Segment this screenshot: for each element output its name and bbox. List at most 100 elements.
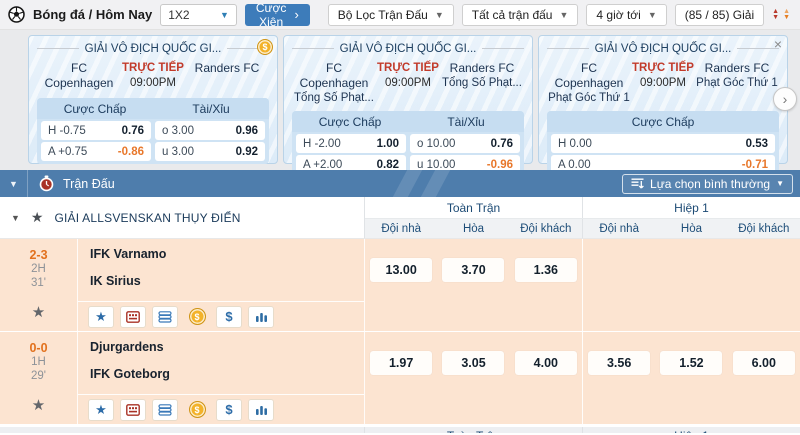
odds-value: 0.82 <box>377 159 399 171</box>
close-icon[interactable]: × <box>774 36 782 52</box>
odds-button[interactable]: H 0.00 0.53 <box>551 134 775 153</box>
away-team-name: Randers FC <box>440 61 524 76</box>
match-period: 1H <box>31 355 46 369</box>
scoreboard-button[interactable] <box>120 399 146 421</box>
away-team-sub: Phạt Góc Thứ 1 <box>695 76 779 91</box>
collapse-section-chevron[interactable]: ▼ <box>0 170 28 197</box>
away-team-name: IK Sirius <box>90 274 364 288</box>
cash-out-button[interactable]: $ <box>184 306 210 328</box>
stats-icon <box>255 404 268 416</box>
dollar-icon: $ <box>225 310 232 323</box>
column-header: Đội khách <box>728 219 800 238</box>
featured-matches-strip: GIẢI VÔ ĐỊCH QUỐC GI... $ FC Copenhagen … <box>0 30 800 170</box>
chevron-down-icon: ▼ <box>648 10 657 20</box>
odds-button-h1-draw[interactable]: 1.52 <box>660 351 722 375</box>
odds-label: o 3.00 <box>162 125 194 137</box>
cash-coin-icon: $ <box>189 401 206 418</box>
markets-button[interactable] <box>152 399 178 421</box>
stats-button[interactable] <box>248 399 274 421</box>
odds-button-away[interactable]: 4.00 <box>515 351 577 375</box>
odds-label: H -0.75 <box>48 125 86 137</box>
timer-icon <box>38 175 55 192</box>
odds-button-h1-home[interactable]: 3.56 <box>588 351 650 375</box>
match-favorite-star-icon[interactable]: ★ <box>32 396 45 414</box>
match-tools: ★ $ $ <box>78 301 364 331</box>
odds-button[interactable]: H -0.75 0.76 <box>41 121 151 140</box>
sort-control[interactable]: ▲▼ ▲▼ <box>772 9 792 21</box>
odds-button[interactable]: o 3.00 0.96 <box>155 121 265 140</box>
odds-button-draw[interactable]: 3.70 <box>442 258 504 282</box>
market-select[interactable]: 1X2 ▼ <box>160 4 237 26</box>
group-header-first-half: Hiệp 1 <box>583 197 800 218</box>
live-block: TRỰC TIẾP 09:00PM <box>376 61 440 91</box>
live-block: TRỰC TIẾP 09:00PM <box>121 61 185 91</box>
league-header-left: ▼ ★ GIẢI ALLSVENSKAN THỤY ĐIỂN <box>0 197 365 238</box>
featured-card: GIẢI VÔ ĐỊCH QUỐC GI... × FC Copenhagen … <box>538 35 788 164</box>
match-main: Djurgardens IFK Goteborg ★ $ $ <box>78 332 365 424</box>
markets-icon <box>158 311 172 323</box>
match-time-column: 2-3 2H 31' ★ <box>0 239 78 331</box>
odds-button[interactable]: o 10.00 0.76 <box>410 134 520 153</box>
odds-button[interactable]: A +0.75 -0.86 <box>41 142 151 161</box>
match-row: 0-0 1H 29' ★ Djurgardens IFK Goteborg ★ … <box>0 332 800 425</box>
odds-button-home[interactable]: 1.97 <box>370 351 432 375</box>
card-league-text: GIẢI VÔ ĐỊCH QUỐC GI... <box>340 43 477 55</box>
time-filter-dropdown[interactable]: 4 giờ tới ▼ <box>586 4 666 26</box>
decor-stripe <box>393 170 422 197</box>
match-favorite-star-icon[interactable]: ★ <box>32 303 45 321</box>
all-matches-dropdown[interactable]: Tất cả trận đấu ▼ <box>462 4 579 26</box>
odds-value: -0.96 <box>487 159 513 171</box>
dollar-button[interactable]: $ <box>216 306 242 328</box>
match-filter-dropdown[interactable]: Bộ Lọc Trận Đấu ▼ <box>328 4 454 26</box>
favorite-star-button[interactable]: ★ <box>88 306 114 328</box>
chevron-down-icon: ▼ <box>776 179 784 188</box>
odds-cell-empty <box>582 239 655 331</box>
card-league-text: GIẢI VÔ ĐỊCH QUỐC GI... <box>595 43 732 55</box>
scoreboard-button[interactable] <box>120 306 146 328</box>
odds-market-headers: Cược Chấp <box>547 111 779 132</box>
match-teams-link[interactable]: Djurgardens IFK Goteborg <box>78 332 364 394</box>
card-teams: FC Copenhagen Tổng Số Phạt... TRỰC TIẾP … <box>292 61 524 106</box>
odds-label: A +0.75 <box>48 146 87 158</box>
cash-out-button[interactable]: $ <box>184 399 210 421</box>
home-team-sub: Tổng Số Phạt... <box>292 91 376 106</box>
star-icon: ★ <box>95 403 107 416</box>
away-team: Randers FC Phạt Góc Thứ 1 <box>695 61 779 91</box>
odds-label: A +2.00 <box>303 159 342 171</box>
home-team-name: FC Copenhagen <box>547 61 631 91</box>
dollar-button[interactable]: $ <box>216 399 242 421</box>
next-arrow-button[interactable]: › <box>773 87 797 111</box>
odds-button[interactable]: u 3.00 0.92 <box>155 142 265 161</box>
chevron-down-icon: ▼ <box>559 10 568 20</box>
home-team-name: Djurgardens <box>90 340 364 354</box>
odds-value: 0.53 <box>746 138 768 150</box>
match-odds: 13.00 3.70 1.36 <box>365 239 800 331</box>
league-count-button[interactable]: (85 / 85) Giải <box>675 4 764 26</box>
odds-value: 1.00 <box>377 138 399 150</box>
odds-button-draw[interactable]: 3.05 <box>442 351 504 375</box>
match-section-bar: ▼ Trận Đấu Lựa chọn bình thường ▼ <box>0 170 800 197</box>
kickoff-time: 09:00PM <box>376 76 440 91</box>
league-favorite-star-icon[interactable]: ★ <box>31 209 44 226</box>
kickoff-time: 09:00PM <box>121 76 185 91</box>
odds-market-headers: Cược Chấp Tài/Xỉu <box>292 111 524 132</box>
collapse-league-chevron[interactable]: ▼ <box>11 213 20 223</box>
odds-button-h1-away[interactable]: 6.00 <box>733 351 795 375</box>
odds-value: -0.86 <box>118 146 144 158</box>
odds-button-home[interactable]: 13.00 <box>370 258 432 282</box>
match-period: 2H <box>31 262 46 276</box>
sort-lines-icon <box>631 178 644 189</box>
parlay-button[interactable]: Cược Xiên › <box>245 4 310 26</box>
odds-market-headers: Cược Chấp Tài/Xỉu <box>37 98 269 119</box>
stats-button[interactable] <box>248 306 274 328</box>
markets-button[interactable] <box>152 306 178 328</box>
odds-button-away[interactable]: 1.36 <box>515 258 577 282</box>
dollar-icon: $ <box>225 403 232 416</box>
match-teams-link[interactable]: IFK Varnamo IK Sirius <box>78 239 364 301</box>
betting-page: Bóng đá / Hôm Nay 1X2 ▼ Cược Xiên › Bộ L… <box>0 0 800 433</box>
odds-button[interactable]: H -2.00 1.00 <box>296 134 406 153</box>
display-mode-button[interactable]: Lựa chọn bình thường ▼ <box>622 174 793 194</box>
sort-arrows-icon: ▲▼ <box>783 9 790 21</box>
favorite-star-button[interactable]: ★ <box>88 399 114 421</box>
market-header: Cược Chấp <box>37 102 153 116</box>
